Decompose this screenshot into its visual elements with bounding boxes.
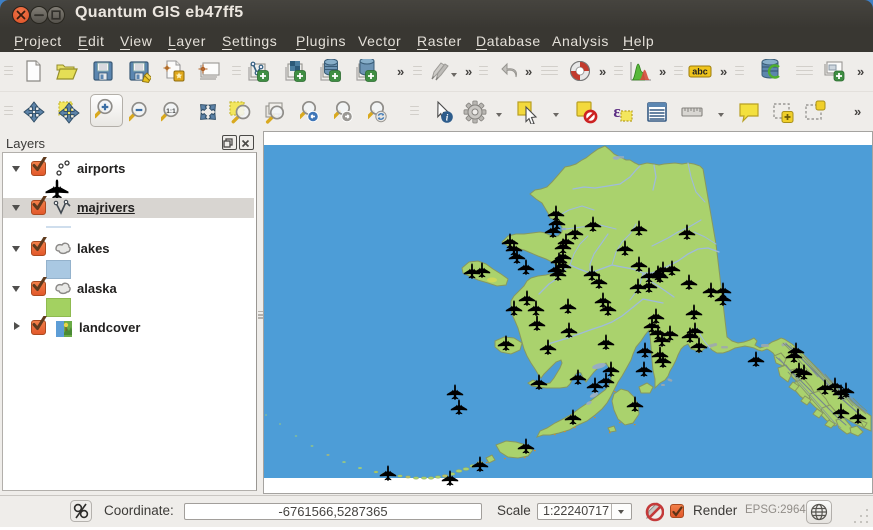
svg-text:ε: ε [613,102,620,121]
svg-text:1:1: 1:1 [166,108,176,115]
svg-text:abc: abc [692,67,708,77]
